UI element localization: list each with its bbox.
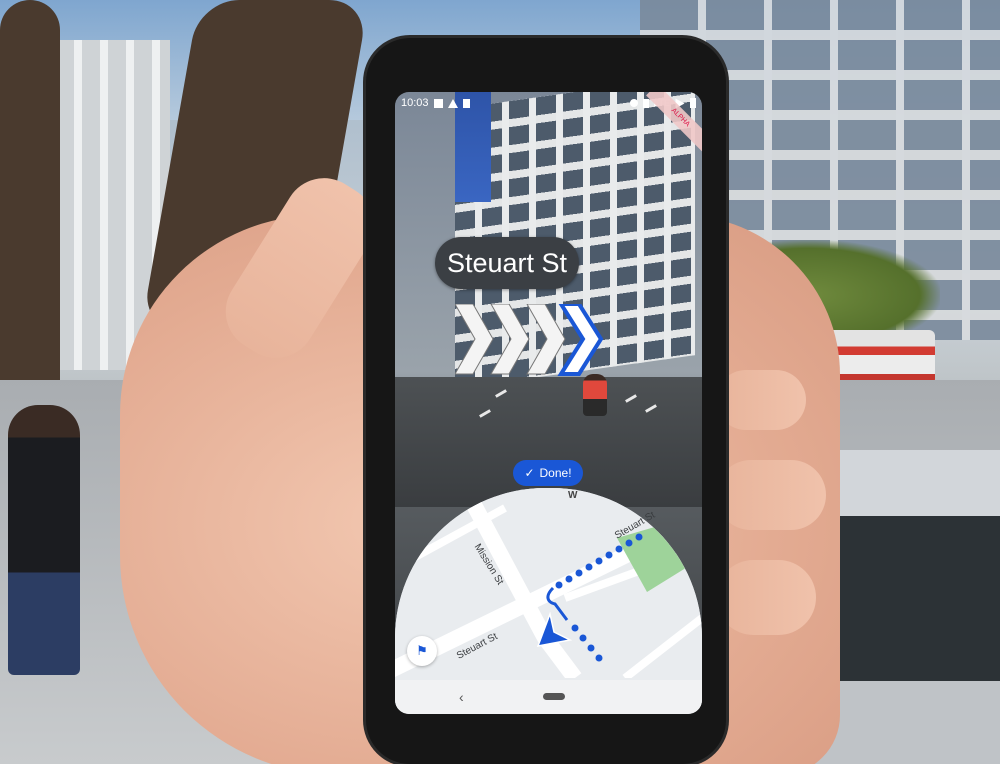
flag-icon: ⚑	[416, 643, 428, 658]
finger	[716, 560, 816, 635]
current-location-arrow-icon	[536, 612, 572, 647]
finger	[716, 370, 806, 430]
location-icon	[629, 99, 638, 107]
report-button[interactable]: ⚑	[407, 636, 437, 666]
phone-screen: 10:03 LTE ALPHA Steuart St	[395, 92, 702, 714]
image-icon	[433, 98, 443, 108]
back-icon[interactable]: ‹	[459, 689, 464, 705]
ar-street-name: Steuart St	[435, 237, 580, 289]
done-button-label: Done!	[539, 466, 572, 480]
status-time: 10:03	[401, 97, 429, 109]
check-icon: ✓	[524, 466, 535, 480]
sim-icon	[462, 98, 470, 108]
chevron-right-icon	[557, 302, 604, 376]
navigation-icon	[447, 98, 458, 108]
system-navigation-bar: ‹	[395, 680, 702, 714]
finger	[716, 460, 826, 530]
battery-icon	[690, 98, 696, 108]
chevron-right-icon	[490, 303, 530, 375]
route-line	[546, 533, 643, 662]
chevron-right-icon	[526, 303, 566, 375]
done-button[interactable]: ✓ Done!	[513, 460, 583, 486]
ar-direction-arrows	[454, 302, 605, 384]
vibrate-icon	[642, 98, 649, 108]
home-pill-icon[interactable]	[543, 693, 565, 700]
pedestrian	[8, 405, 80, 675]
chevron-right-icon	[454, 303, 494, 375]
